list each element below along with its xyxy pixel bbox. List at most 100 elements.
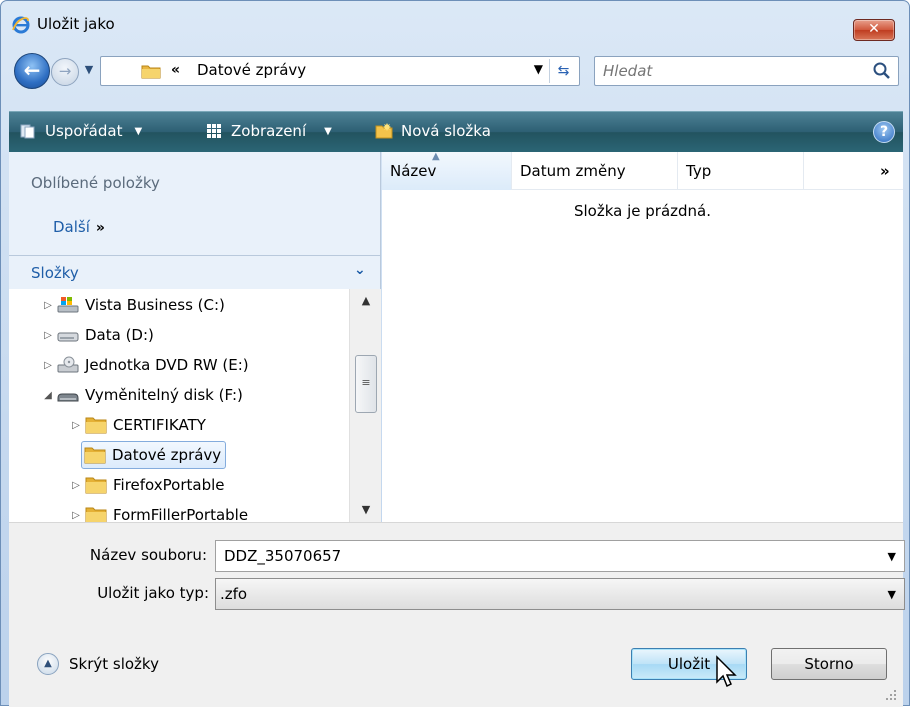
hide-folders-label: Skrýt složky bbox=[69, 655, 159, 673]
scrollbar-thumb[interactable]: ≡ bbox=[355, 355, 377, 413]
filename-label: Název souboru: bbox=[89, 546, 207, 564]
tree-item-label: Datové zprávy bbox=[112, 446, 222, 464]
mouse-pointer-icon bbox=[716, 655, 737, 688]
more-columns-button[interactable]: » bbox=[874, 152, 903, 190]
sort-ascending-icon: ▲ bbox=[432, 151, 440, 162]
back-button[interactable]: ← bbox=[14, 53, 50, 89]
help-icon: ? bbox=[879, 124, 889, 140]
refresh-icon: ⇆ bbox=[557, 63, 570, 79]
chevron-down-icon: ▼ bbox=[134, 125, 143, 137]
chevron-up-icon: ▲ bbox=[37, 653, 59, 675]
tree-item-label: Vista Business (C:) bbox=[85, 296, 225, 314]
navigation-row: ← → ▼ « Datové zprávy ▼ ⇆ bbox=[1, 51, 909, 91]
chevron-down-icon: ▼ bbox=[84, 63, 94, 76]
tree-item-label: Jednotka DVD RW (E:) bbox=[85, 356, 249, 374]
scroll-up-icon[interactable]: ▲ bbox=[350, 291, 382, 311]
resize-grip-icon[interactable] bbox=[885, 689, 897, 701]
tree-item-label: FormFillerPortable bbox=[113, 506, 249, 522]
column-label: Název bbox=[390, 162, 437, 180]
tree-item-dvd-drive[interactable]: ▷ Jednotka DVD RW (E:) bbox=[41, 351, 249, 379]
breadcrumb-overflow[interactable]: « bbox=[171, 62, 180, 78]
more-favorites-link[interactable]: Další » bbox=[53, 218, 105, 236]
search-input[interactable] bbox=[601, 60, 851, 82]
save-as-dialog: Uložit jako ✕ ← → ▼ « Datové zprávy ▼ ⇆ bbox=[0, 0, 910, 707]
expand-icon[interactable]: ▷ bbox=[41, 360, 55, 371]
expand-icon[interactable]: ▷ bbox=[69, 480, 83, 491]
organize-icon bbox=[20, 124, 35, 139]
tree-item-label: CERTIFIKATY bbox=[113, 416, 206, 434]
folder-tree: ▷ Vista Business (C:) ▷ Data (D:) ▷ Jedn… bbox=[9, 289, 349, 522]
double-chevron-icon: » bbox=[95, 220, 105, 236]
tree-item-data-d[interactable]: ▷ Data (D:) bbox=[41, 321, 154, 349]
back-arrow-icon: ← bbox=[23, 58, 41, 82]
column-header-name[interactable]: ▲ Název bbox=[382, 151, 512, 190]
breadcrumb-current[interactable]: Datové zprávy bbox=[197, 61, 306, 79]
hide-folders-button[interactable]: ▲ Skrýt složky bbox=[37, 653, 159, 675]
expand-icon[interactable]: ▷ bbox=[41, 300, 55, 311]
tree-item-certifikaty[interactable]: ▷ CERTIFIKATY bbox=[69, 411, 206, 439]
dvd-drive-icon bbox=[57, 356, 79, 373]
cancel-button[interactable]: Storno bbox=[771, 648, 887, 680]
new-folder-icon bbox=[375, 123, 393, 139]
filename-combobox[interactable]: DDZ_35070657 ▼ bbox=[215, 540, 905, 572]
filename-value[interactable]: DDZ_35070657 bbox=[224, 547, 341, 565]
filetype-select[interactable]: .zfo ▼ bbox=[215, 578, 905, 610]
tree-item-removable-disk[interactable]: ◢ Vyměnitelný disk (F:) bbox=[41, 381, 243, 409]
folder-tree-scrollbar[interactable]: ▲ ≡ ▼ bbox=[349, 289, 381, 522]
forward-arrow-icon: → bbox=[58, 62, 72, 80]
chevron-down-icon[interactable]: ▼ bbox=[888, 550, 896, 563]
double-chevron-icon: » bbox=[880, 162, 890, 180]
favorite-links-header: Oblíbené položky bbox=[31, 174, 160, 192]
divider bbox=[9, 255, 381, 256]
folder-icon bbox=[85, 417, 107, 434]
removable-disk-icon bbox=[57, 393, 79, 402]
column-header-date-modified[interactable]: Datum změny bbox=[512, 152, 678, 190]
scroll-down-icon[interactable]: ▼ bbox=[350, 500, 382, 520]
close-button[interactable]: ✕ bbox=[853, 19, 895, 41]
refresh-button[interactable]: ⇆ bbox=[549, 59, 577, 83]
tree-item-formfillerportable[interactable]: ▷ FormFillerPortable bbox=[69, 501, 248, 522]
chevron-down-icon: ▼ bbox=[324, 125, 332, 137]
folders-header[interactable]: Složky bbox=[31, 264, 79, 282]
views-grid-icon bbox=[207, 124, 221, 138]
address-bar[interactable]: « Datové zprávy ▼ ⇆ bbox=[100, 56, 580, 86]
tree-item-datove-zpravy[interactable]: Datové zprávy bbox=[81, 441, 227, 469]
empty-folder-message: Složka je prázdná. bbox=[573, 202, 712, 220]
expand-icon[interactable]: ▷ bbox=[69, 510, 83, 521]
chevron-down-icon[interactable]: ▼ bbox=[534, 62, 543, 76]
tree-item-firefoxportable[interactable]: ▷ FirefoxPortable bbox=[69, 471, 225, 499]
search-box[interactable] bbox=[594, 56, 899, 86]
hard-drive-icon bbox=[57, 332, 79, 342]
views-menu[interactable]: Zobrazení ▼ bbox=[205, 122, 332, 140]
window-title: Uložit jako bbox=[37, 15, 115, 33]
tree-item-label: Vyměnitelný disk (F:) bbox=[85, 386, 243, 404]
tree-item-vista-business[interactable]: ▷ Vista Business (C:) bbox=[41, 291, 225, 319]
close-icon: ✕ bbox=[868, 21, 880, 37]
folder-icon bbox=[85, 507, 107, 522]
save-options-panel: Název souboru: DDZ_35070657 ▼ Uložit jak… bbox=[9, 522, 905, 707]
organize-label: Uspořádat bbox=[45, 122, 123, 140]
column-label: Typ bbox=[686, 162, 712, 180]
folder-icon bbox=[84, 447, 106, 464]
collapse-icon[interactable]: ◢ bbox=[41, 390, 55, 401]
tree-item-label: FirefoxPortable bbox=[113, 476, 225, 494]
chevron-down-icon[interactable]: ▼ bbox=[888, 588, 896, 601]
folder-icon bbox=[85, 477, 107, 494]
organize-menu[interactable]: Uspořádat ▼ bbox=[19, 122, 142, 140]
views-label: Zobrazení bbox=[231, 122, 307, 140]
new-folder-button[interactable]: Nová složka bbox=[375, 122, 491, 140]
drive-windows-icon bbox=[57, 297, 79, 313]
search-icon[interactable] bbox=[872, 61, 892, 81]
tree-item-label: Data (D:) bbox=[85, 326, 154, 344]
forward-button[interactable]: → bbox=[51, 58, 79, 86]
help-button[interactable]: ? bbox=[873, 121, 895, 143]
recent-pages-dropdown[interactable]: ▼ bbox=[81, 61, 97, 79]
expand-icon[interactable]: ▷ bbox=[69, 420, 83, 431]
chevron-down-icon[interactable]: ⌄ bbox=[354, 262, 366, 278]
command-bar: Uspořádat ▼ Zobrazení ▼ Nová složka ? bbox=[9, 111, 903, 152]
folder-icon bbox=[141, 65, 161, 79]
new-folder-label: Nová složka bbox=[401, 122, 491, 140]
expand-icon[interactable]: ▷ bbox=[41, 330, 55, 341]
more-label: Další bbox=[53, 218, 90, 236]
column-header-type[interactable]: Typ bbox=[678, 152, 804, 190]
